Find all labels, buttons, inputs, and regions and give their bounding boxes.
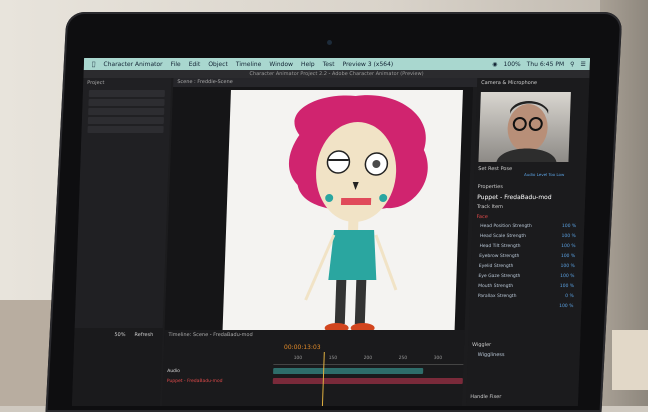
prop-value[interactable]: 100 % [561, 244, 575, 252]
window-title: Character Animator Project 2.2 - Adobe C… [83, 70, 590, 78]
puppet-name: Puppet - FredaBadu-mod [477, 194, 552, 201]
neck [347, 218, 359, 232]
project-tree-row[interactable] [88, 99, 165, 106]
right-panel: Camera & Microphone Set Rest Pose Audio … [465, 78, 590, 406]
scene-canvas[interactable] [221, 90, 463, 348]
laptop-screen:  Character Animator File Edit Object Ti… [71, 58, 591, 406]
left-lower-panel: 50% Refresh [71, 328, 163, 406]
project-tree-row[interactable] [88, 90, 165, 97]
menu-help[interactable]: Help [301, 61, 315, 68]
project-tree-row[interactable] [87, 126, 164, 133]
refresh-button[interactable]: Refresh [134, 332, 153, 338]
ruler-tick: 300 [433, 356, 443, 361]
prop-row: Head Scale Strength 100 % [480, 234, 576, 242]
left-eye [326, 150, 351, 174]
ruler-tick: 250 [398, 356, 408, 361]
mouth [340, 198, 372, 205]
face-section-label[interactable]: Face [476, 214, 488, 220]
background-box [612, 330, 648, 390]
prop-value[interactable]: 0 % [565, 294, 574, 302]
left-arm [304, 234, 336, 301]
zoom-level[interactable]: 50% [114, 332, 125, 338]
timecode[interactable]: 00:00:13:03 [284, 344, 321, 351]
menu-app[interactable]: Character Animator [103, 61, 162, 68]
prop-value[interactable]: 100 % [560, 274, 574, 282]
prop-row: 100 % [477, 304, 573, 312]
handle-fixer-label[interactable]: Handle Fixer [470, 394, 501, 400]
prop-row: Mouth Strength 100 % [478, 284, 574, 292]
project-panel: Project [74, 78, 172, 328]
webcam-lens [327, 40, 332, 45]
prop-value[interactable]: 100 % [560, 284, 574, 292]
menu-edit[interactable]: Edit [189, 61, 201, 68]
timeline-panel: Timeline: Scene - FredaBadu-mod 00:00:13… [161, 330, 465, 406]
wiggler-section-label[interactable]: Wiggler [472, 342, 491, 348]
menu-preview[interactable]: Preview 3 (x564) [342, 61, 393, 68]
puppet-clip-bar[interactable] [272, 378, 463, 384]
right-arm [374, 234, 398, 291]
prop-row: Parallax Strength 0 % [478, 294, 574, 302]
menu-object[interactable]: Object [208, 61, 228, 68]
scene-tab[interactable]: Scene : Freddie-Scene [173, 78, 478, 87]
audio-track-label[interactable]: Audio [163, 368, 180, 375]
project-tree-row[interactable] [87, 117, 165, 124]
prop-value[interactable]: 100 % [559, 304, 573, 312]
torso-shirt [328, 230, 377, 280]
prop-row: Eyelid Strength 100 % [479, 264, 575, 272]
prop-row: Head Position Strength 100 % [480, 224, 576, 232]
ruler-tick: 150 [328, 356, 338, 361]
wifi-icon[interactable]: ◉ [492, 61, 497, 68]
webcam-person-image [496, 101, 557, 162]
project-tree-row[interactable] [88, 108, 165, 115]
menu-timeline[interactable]: Timeline [236, 61, 262, 68]
wiggliness-label: Wiggliness [477, 352, 505, 358]
menu-test[interactable]: Test [323, 61, 335, 68]
menu-window[interactable]: Window [269, 61, 293, 68]
prop-value[interactable]: 100 % [561, 254, 575, 262]
menubar-status: ◉ 100% Thu 6:45 PM ⚲ ☰ [486, 58, 586, 70]
puppet-track-label[interactable]: Puppet - FredaBadu-mod [163, 378, 223, 385]
properties-header: Properties [477, 184, 503, 190]
prop-row: Head Tilt Strength 100 % [479, 244, 575, 252]
menu-list-icon[interactable]: ☰ [580, 61, 586, 68]
ruler-tick: 200 [363, 356, 373, 361]
audio-level-label: Audio Level Too Low [523, 172, 565, 177]
timeline-ruler[interactable]: 100 150 200 250 300 [273, 356, 464, 365]
timeline-header: Timeline: Scene - FredaBadu-mod [168, 332, 253, 338]
project-panel-header: Project [87, 80, 105, 86]
camera-panel-header: Camera & Microphone [481, 80, 538, 86]
battery-level[interactable]: 100% [503, 61, 520, 68]
search-icon[interactable]: ⚲ [570, 61, 575, 68]
menu-file[interactable]: File [170, 61, 180, 68]
left-leg [334, 280, 347, 324]
scene-panel: Scene : Freddie-Scene [163, 78, 478, 348]
set-rest-pose-button[interactable]: Set Rest Pose [478, 166, 512, 172]
track-item-label: Track Item [476, 204, 504, 210]
prop-value[interactable]: 100 % [561, 234, 575, 242]
apple-icon[interactable]:  [92, 61, 96, 68]
right-leg [354, 280, 367, 324]
clock[interactable]: Thu 6:45 PM [527, 61, 565, 68]
audio-clip-bar[interactable]: audio-clip (1).aiff.wav [273, 368, 424, 384]
prop-row: Eye Gaze Strength 100 % [478, 274, 574, 282]
webcam-preview [478, 92, 571, 162]
prop-value[interactable]: 100 % [562, 224, 576, 232]
prop-value[interactable]: 100 % [560, 264, 574, 272]
prop-row: Eyebrow Strength 100 % [479, 254, 575, 262]
ruler-tick: 100 [293, 356, 303, 361]
puppet-character [289, 95, 428, 333]
